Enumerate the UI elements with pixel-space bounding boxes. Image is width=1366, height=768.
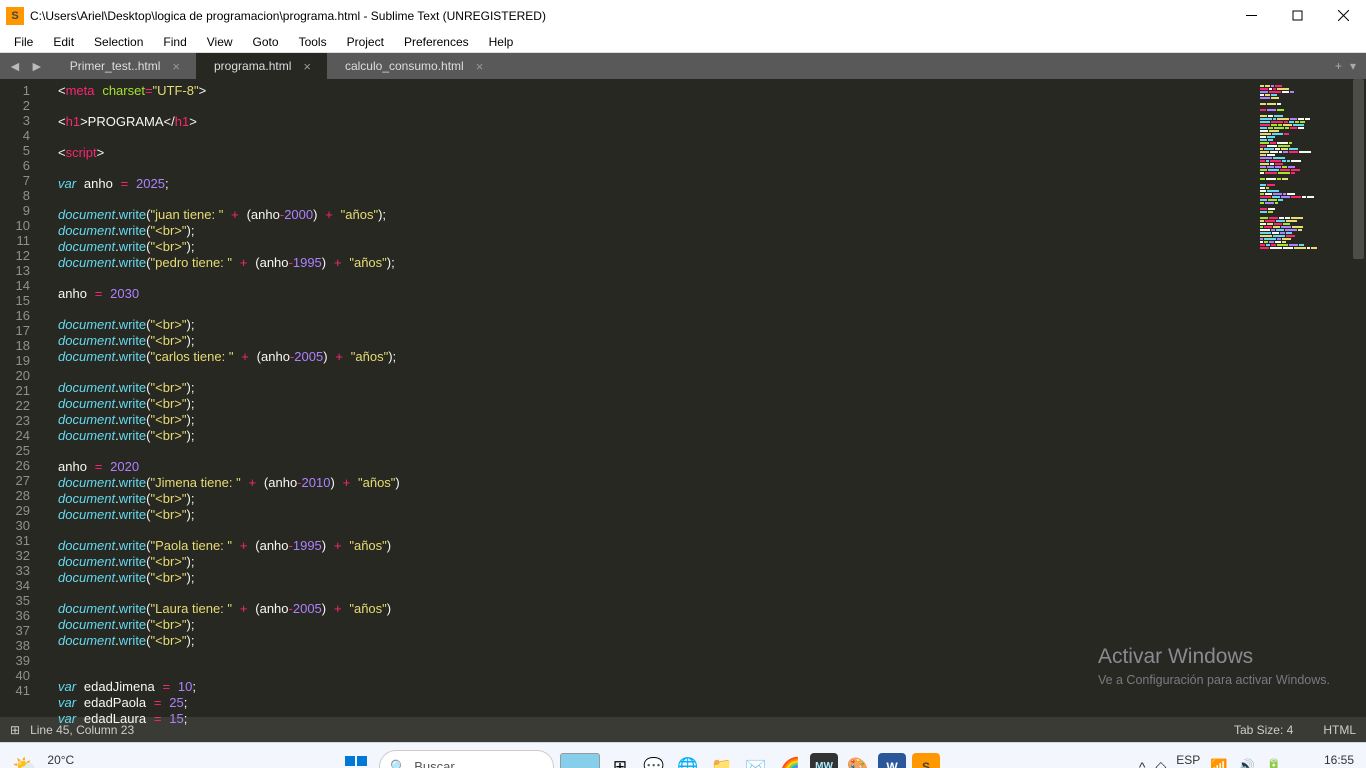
chrome-icon[interactable]: 🌈 [776, 753, 804, 768]
window-titlebar: S C:\Users\Ariel\Desktop\logica de progr… [0, 0, 1366, 31]
nav-fwd-icon[interactable]: ► [28, 58, 46, 74]
location-icon[interactable]: ◇ [1156, 758, 1167, 768]
status-right: Tab Size: 4 HTML [1234, 723, 1356, 737]
wifi-icon[interactable]: 📶 [1210, 758, 1227, 768]
edge-icon[interactable]: 🌐 [674, 753, 702, 768]
menu-help[interactable]: Help [479, 33, 524, 51]
chat-icon[interactable]: 💬 [640, 753, 668, 768]
status-icon[interactable]: ⊞ [10, 723, 20, 737]
menu-view[interactable]: View [197, 33, 243, 51]
close-icon[interactable]: × [476, 59, 484, 74]
scroll-thumb[interactable] [1353, 79, 1364, 259]
taskbar-search[interactable]: 🔍 Buscar [379, 750, 554, 768]
nav-back-icon[interactable]: ◄ [6, 58, 24, 74]
weather-icon: ⛅ [12, 754, 39, 768]
menu-file[interactable]: File [4, 33, 43, 51]
weather-temp: 20°C [47, 754, 140, 767]
word-icon[interactable]: W [878, 753, 906, 768]
menu-find[interactable]: Find [153, 33, 196, 51]
editor[interactable]: 1234567891011121314151617181920212223242… [0, 79, 1366, 717]
taskview-icon[interactable]: ⊞ [606, 753, 634, 768]
maximize-button[interactable] [1274, 0, 1320, 31]
taskbar-center: 🔍 Buscar ⊞ 💬 🌐 📁 ✉️ 🌈 MW 🎨 W S [146, 750, 1133, 768]
tab-bar: ◄ ► Primer_test..html × programa.html × ca… [0, 53, 1366, 79]
tab-size[interactable]: Tab Size: 4 [1234, 723, 1293, 737]
window-title: C:\Users\Ariel\Desktop\logica de program… [30, 9, 1228, 23]
close-icon[interactable]: × [172, 59, 180, 74]
tab-label: programa.html [214, 59, 291, 73]
sublime-icon[interactable]: S [912, 753, 940, 768]
vertical-scrollbar[interactable] [1351, 79, 1366, 717]
menu-preferences[interactable]: Preferences [394, 33, 479, 51]
app-icon-2[interactable]: 🎨 [844, 753, 872, 768]
clock[interactable]: 16:55 18-04-2023 [1293, 754, 1354, 768]
tray-chevron-icon[interactable]: ^ [1139, 759, 1146, 768]
minimap[interactable] [1256, 79, 1351, 717]
tab-menu-icon[interactable]: ▾ [1350, 59, 1356, 73]
tab-nav: ◄ ► [0, 58, 52, 74]
menu-selection[interactable]: Selection [84, 33, 153, 51]
start-button[interactable] [339, 750, 373, 768]
volume-icon[interactable]: 🔊 [1238, 758, 1255, 768]
system-tray: ^ ◇ ESP LAA 📶 🔊 🔋 16:55 18-04-2023 [1139, 754, 1354, 768]
syntax-type[interactable]: HTML [1323, 723, 1356, 737]
search-icon: 🔍 [390, 759, 406, 768]
weather-text: 20°C Mayorm. nublado [47, 754, 140, 768]
tab-actions: + ▾ [1335, 59, 1366, 73]
mail-icon[interactable]: ✉️ [742, 753, 770, 768]
app-icon: S [6, 7, 24, 25]
windows-taskbar: ⛅ 20°C Mayorm. nublado 🔍 Buscar ⊞ 💬 🌐 📁 ✉… [0, 742, 1366, 768]
explorer-icon[interactable]: 📁 [708, 753, 736, 768]
menu-bar: File Edit Selection Find View Goto Tools… [0, 31, 1366, 53]
search-placeholder: Buscar [414, 759, 454, 768]
line-gutter: 1234567891011121314151617181920212223242… [0, 79, 48, 717]
close-icon[interactable]: × [303, 59, 311, 74]
weather-widget[interactable]: ⛅ 20°C Mayorm. nublado [12, 754, 140, 768]
menu-project[interactable]: Project [337, 33, 394, 51]
code-area[interactable]: <meta charset="UTF-8"> <h1>PROGRAMA</h1>… [48, 79, 1366, 717]
status-bar: ⊞ Line 45, Column 23 Tab Size: 4 HTML [0, 717, 1366, 742]
app-icon-1[interactable]: MW [810, 753, 838, 768]
new-tab-icon[interactable]: + [1335, 59, 1342, 73]
close-button[interactable] [1320, 0, 1366, 31]
minimize-button[interactable] [1228, 0, 1274, 31]
tab-label: calculo_consumo.html [345, 59, 464, 73]
tab-programa[interactable]: programa.html × [196, 53, 327, 79]
tab-calculo-consumo[interactable]: calculo_consumo.html × [327, 53, 499, 79]
tab-primer-test[interactable]: Primer_test..html × [52, 53, 196, 79]
menu-goto[interactable]: Goto [243, 33, 289, 51]
taskbar-photo-icon[interactable] [560, 753, 600, 768]
menu-tools[interactable]: Tools [289, 33, 337, 51]
window-controls [1228, 0, 1366, 31]
menu-edit[interactable]: Edit [43, 33, 84, 51]
battery-icon[interactable]: 🔋 [1265, 758, 1282, 768]
keyboard-layout[interactable]: ESP LAA [1176, 754, 1200, 768]
tab-label: Primer_test..html [70, 59, 161, 73]
tabs: Primer_test..html × programa.html × calcul… [52, 53, 1335, 79]
